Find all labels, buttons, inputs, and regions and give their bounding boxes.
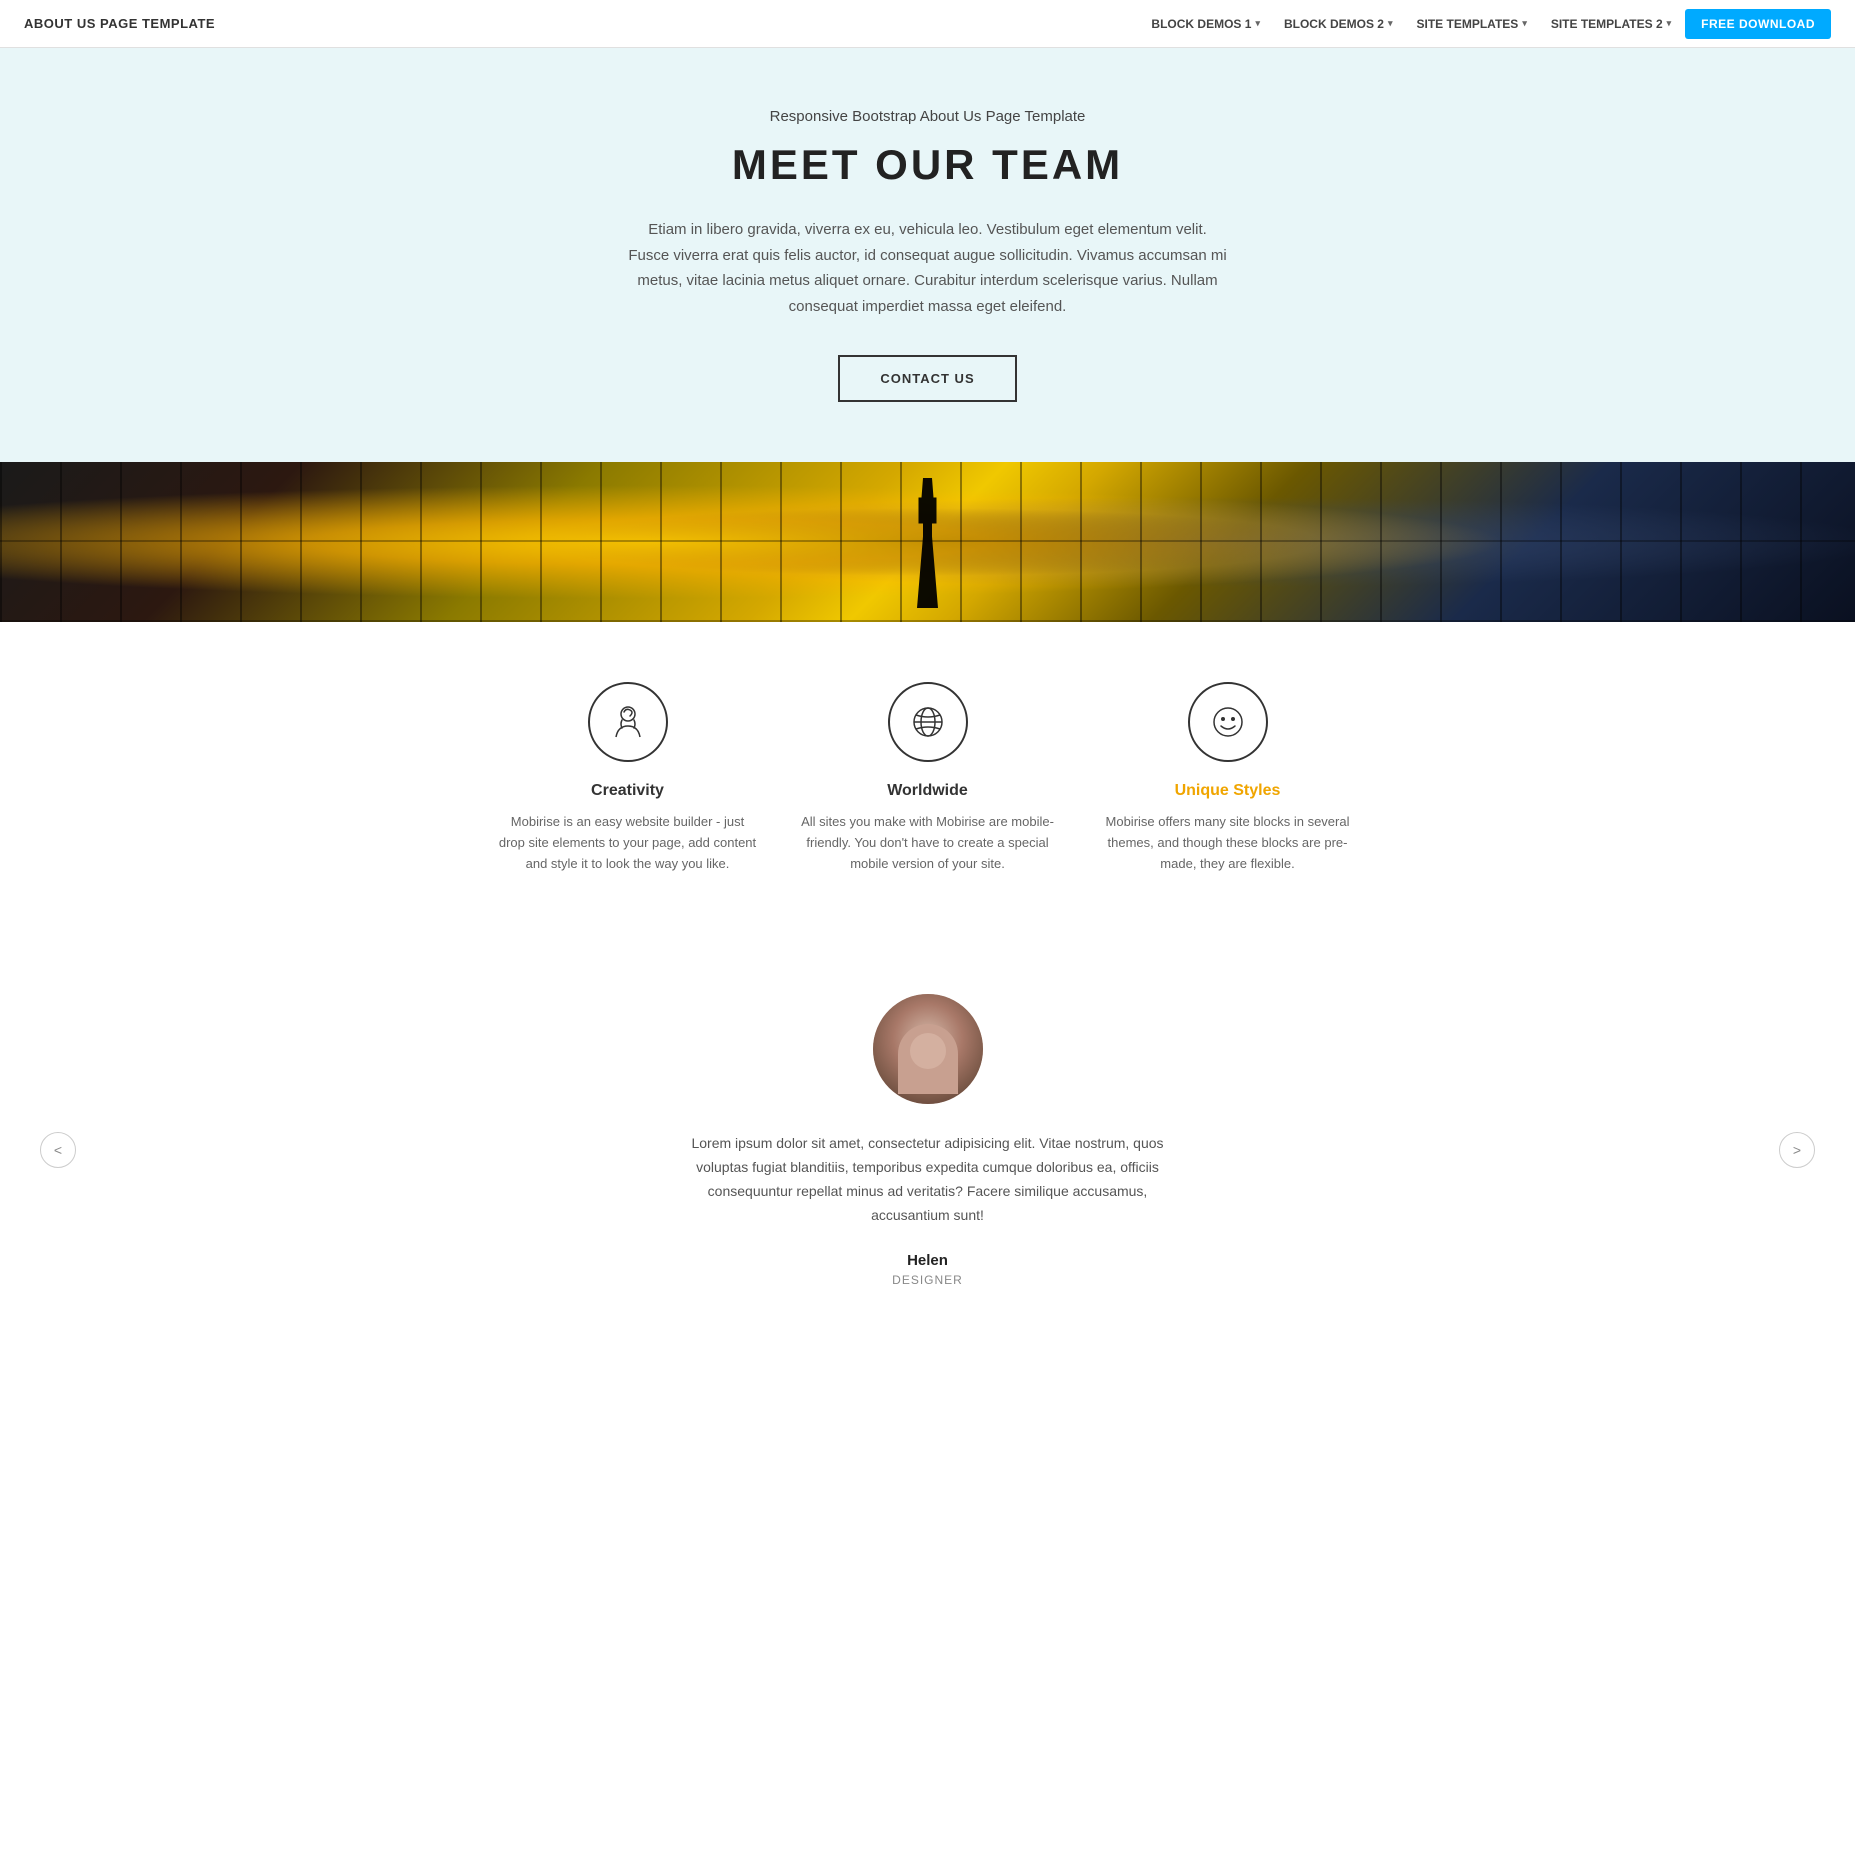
nav-link-site-templates-2[interactable]: SITE TEMPLATES 2 ▾ bbox=[1541, 11, 1681, 37]
feature-desc-creativity: Mobirise is an easy website builder - ju… bbox=[498, 812, 758, 874]
testimonial-text: Lorem ipsum dolor sit amet, consectetur … bbox=[688, 1132, 1168, 1227]
hero-subtitle: Responsive Bootstrap About Us Page Templ… bbox=[20, 108, 1835, 125]
feature-title-unique: Unique Styles bbox=[1175, 782, 1281, 800]
nav-cta-item: FREE DOWNLOAD bbox=[1685, 9, 1831, 39]
dropdown-arrow-1: ▾ bbox=[1255, 18, 1260, 29]
testimonial-avatar-image bbox=[873, 994, 983, 1104]
contact-us-button[interactable]: CONTACT US bbox=[838, 355, 1016, 402]
unique-icon-circle bbox=[1188, 682, 1268, 762]
hero-title: MEET OUR TEAM bbox=[20, 141, 1835, 189]
feature-item-unique: Unique Styles Mobirise offers many site … bbox=[1098, 682, 1358, 874]
dropdown-arrow-2: ▾ bbox=[1388, 18, 1393, 29]
navbar: ABOUT US PAGE TEMPLATE BLOCK DEMOS 1 ▾ B… bbox=[0, 0, 1855, 48]
nav-item-block-demos-2: BLOCK DEMOS 2 ▾ bbox=[1274, 11, 1403, 37]
testimonial-role: DESIGNER bbox=[20, 1273, 1835, 1287]
navbar-links: BLOCK DEMOS 1 ▾ BLOCK DEMOS 2 ▾ SITE TEM… bbox=[1141, 9, 1831, 39]
banner-image bbox=[0, 462, 1855, 622]
testimonial-prev-button[interactable]: < bbox=[40, 1132, 76, 1168]
feature-title-creativity: Creativity bbox=[591, 782, 664, 800]
testimonial-avatar bbox=[873, 994, 983, 1104]
navbar-brand[interactable]: ABOUT US PAGE TEMPLATE bbox=[24, 16, 215, 31]
feature-desc-unique: Mobirise offers many site blocks in seve… bbox=[1098, 812, 1358, 874]
dropdown-arrow-4: ▾ bbox=[1667, 18, 1672, 29]
feature-item-creativity: Creativity Mobirise is an easy website b… bbox=[498, 682, 758, 874]
feature-title-worldwide: Worldwide bbox=[887, 782, 968, 800]
nav-item-site-templates-2: SITE TEMPLATES 2 ▾ bbox=[1541, 11, 1681, 37]
nav-link-block-demos-1[interactable]: BLOCK DEMOS 1 ▾ bbox=[1141, 11, 1270, 37]
nav-item-block-demos-1: BLOCK DEMOS 1 ▾ bbox=[1141, 11, 1270, 37]
nav-link-block-demos-2[interactable]: BLOCK DEMOS 2 ▾ bbox=[1274, 11, 1403, 37]
creativity-icon-circle bbox=[588, 682, 668, 762]
banner-grid-lines bbox=[0, 462, 1855, 622]
dropdown-arrow-3: ▾ bbox=[1522, 18, 1527, 29]
testimonial-name: Helen bbox=[20, 1252, 1835, 1269]
features-section: Creativity Mobirise is an easy website b… bbox=[0, 622, 1855, 934]
hero-section: Responsive Bootstrap About Us Page Templ… bbox=[0, 48, 1855, 462]
testimonial-next-button[interactable]: > bbox=[1779, 1132, 1815, 1168]
feature-desc-worldwide: All sites you make with Mobirise are mob… bbox=[798, 812, 1058, 874]
feature-item-worldwide: Worldwide All sites you make with Mobiri… bbox=[798, 682, 1058, 874]
testimonial-section: < Lorem ipsum dolor sit amet, consectetu… bbox=[0, 934, 1855, 1366]
creativity-icon bbox=[608, 702, 648, 742]
unique-icon bbox=[1208, 702, 1248, 742]
hero-text: Etiam in libero gravida, viverra ex eu, … bbox=[628, 217, 1228, 319]
nav-item-site-templates: SITE TEMPLATES ▾ bbox=[1407, 11, 1537, 37]
free-download-button[interactable]: FREE DOWNLOAD bbox=[1685, 9, 1831, 39]
worldwide-icon bbox=[908, 702, 948, 742]
worldwide-icon-circle bbox=[888, 682, 968, 762]
nav-link-site-templates[interactable]: SITE TEMPLATES ▾ bbox=[1407, 11, 1537, 37]
features-grid: Creativity Mobirise is an easy website b… bbox=[478, 682, 1378, 874]
